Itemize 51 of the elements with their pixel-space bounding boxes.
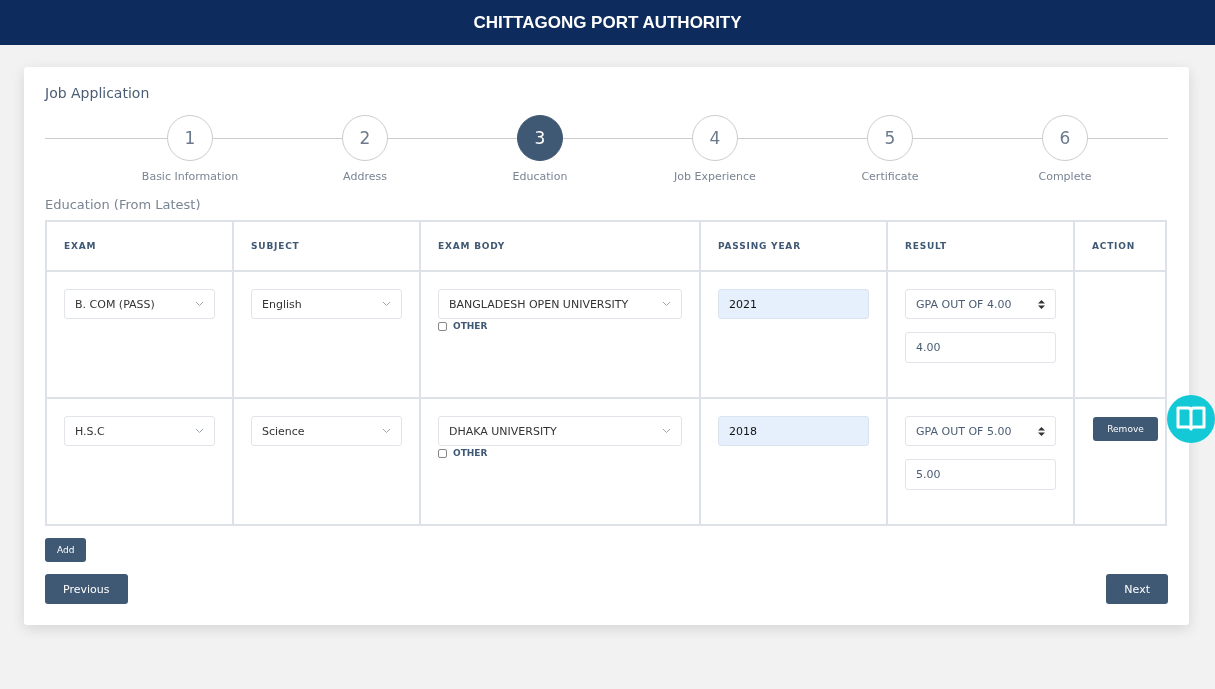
step-label: Certificate	[861, 170, 919, 183]
subject-dropdown[interactable]: Science	[251, 416, 402, 446]
column-header: RESULT	[905, 241, 948, 251]
subject-dropdown[interactable]: English	[251, 289, 402, 319]
other-checkbox[interactable]	[438, 448, 447, 458]
sort-arrows-icon	[1038, 299, 1045, 309]
step-circle[interactable]: 5	[867, 115, 913, 161]
column-header: EXAM BODY	[438, 241, 506, 251]
other-checkbox[interactable]	[438, 321, 447, 331]
previous-button[interactable]: Previous	[45, 574, 128, 604]
chevron-down-icon	[195, 301, 204, 307]
exam-body-dropdown[interactable]: DHAKA UNIVERSITY	[438, 416, 682, 446]
step-label: Basic Information	[141, 170, 239, 183]
chevron-down-icon	[195, 428, 204, 434]
result-field[interactable]: 5.00	[905, 459, 1056, 490]
result-scale-dropdown[interactable]: GPA OUT OF 5.00	[905, 416, 1056, 446]
other-label: OTHER	[453, 321, 488, 331]
step-label: Complete	[1038, 170, 1092, 183]
step-circle[interactable]: 1	[167, 115, 213, 161]
column-header: PASSING YEAR	[718, 241, 801, 251]
step-circle[interactable]: 4	[692, 115, 738, 161]
card-title: Job Application	[45, 85, 151, 101]
exam-dropdown[interactable]: B. COM (PASS)	[64, 289, 215, 319]
book-button[interactable]	[1167, 395, 1215, 443]
add-button[interactable]: Add	[45, 538, 87, 562]
section-title: Education (From Latest)	[45, 197, 202, 212]
passing-year-field[interactable]: 2021	[718, 289, 869, 319]
step-circle[interactable]: 3	[517, 115, 563, 161]
step-label: Job Experience	[674, 170, 756, 183]
step-circle[interactable]: 2	[342, 115, 388, 161]
next-button[interactable]: Next	[1106, 574, 1168, 604]
chevron-down-icon	[662, 428, 671, 434]
passing-year-field[interactable]: 2018	[718, 416, 869, 446]
exam-body-dropdown[interactable]: BANGLADESH OPEN UNIVERSITY	[438, 289, 682, 319]
exam-dropdown[interactable]: H.S.C	[64, 416, 215, 446]
column-header: ACTION	[1092, 241, 1136, 251]
book-icon	[1176, 405, 1206, 433]
result-scale-dropdown[interactable]: GPA OUT OF 4.00	[905, 289, 1056, 319]
remove-button[interactable]: Remove	[1093, 417, 1158, 441]
chevron-down-icon	[382, 428, 391, 434]
column-header: SUBJECT	[251, 241, 300, 251]
step-label: Education	[512, 170, 568, 183]
header-title: CHITTAGONG PORT AUTHORITY	[473, 12, 742, 33]
step-circle[interactable]: 6	[1042, 115, 1088, 161]
chevron-down-icon	[382, 301, 391, 307]
column-header: EXAM	[64, 241, 97, 251]
sort-arrows-icon	[1038, 426, 1045, 436]
result-field[interactable]: 4.00	[905, 332, 1056, 363]
other-label: OTHER	[453, 448, 488, 458]
chevron-down-icon	[662, 301, 671, 307]
step-label: Address	[343, 170, 387, 183]
